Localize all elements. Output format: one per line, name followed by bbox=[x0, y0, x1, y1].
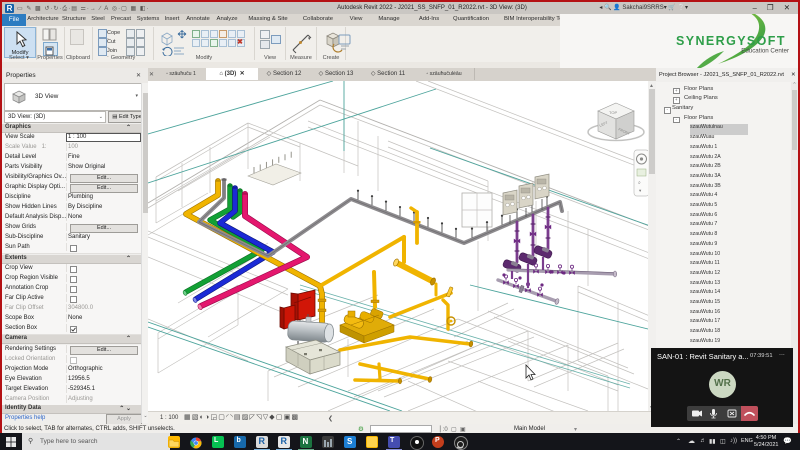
svg-text:Education Center: Education Center bbox=[741, 48, 789, 55]
svg-text:TOP: TOP bbox=[609, 110, 617, 115]
svg-text:SYNERGYSOFT: SYNERGYSOFT bbox=[676, 34, 786, 48]
svg-text:⌕: ⌕ bbox=[638, 180, 641, 186]
svg-text:▲: ▲ bbox=[649, 83, 654, 89]
